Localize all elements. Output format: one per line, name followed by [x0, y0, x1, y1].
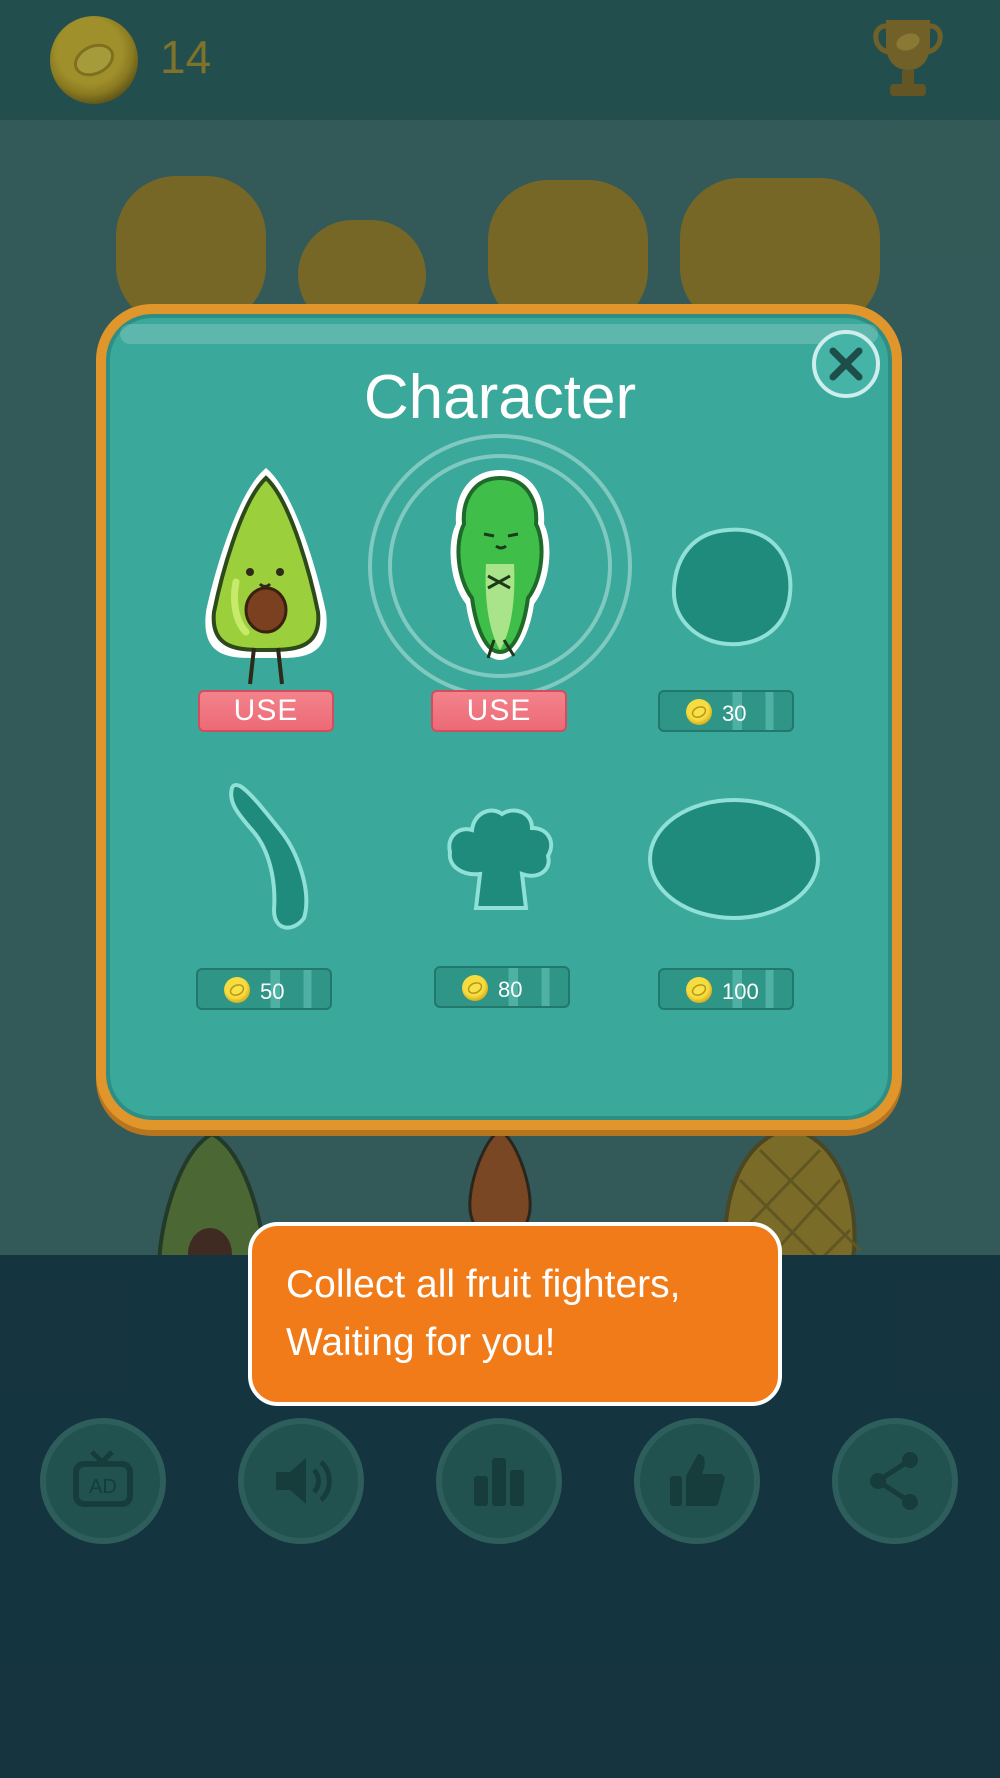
price-label: 30 — [722, 701, 747, 726]
use-button-avocado[interactable]: USE — [198, 690, 334, 732]
locked-character-silhouette[interactable] — [440, 800, 560, 912]
lemon-coin-icon — [462, 975, 488, 1001]
close-button[interactable] — [812, 330, 880, 398]
buy-button-30[interactable]: 30 — [658, 690, 794, 732]
collect-toast: Collect all fruit fighters, Waiting for … — [248, 1222, 782, 1406]
lemon-coin-icon — [686, 977, 712, 1003]
character-avocado[interactable] — [196, 462, 336, 692]
price-label: 80 — [498, 977, 523, 1002]
lemon-coin-icon — [686, 699, 712, 725]
use-button-lettuce[interactable]: USE — [431, 690, 567, 732]
locked-character-silhouette[interactable] — [646, 796, 822, 922]
price-label: 50 — [260, 979, 285, 1004]
locked-character-silhouette[interactable] — [668, 524, 798, 650]
buy-button-80[interactable]: 80 — [434, 966, 570, 1008]
buy-button-100[interactable]: 100 — [658, 968, 794, 1010]
locked-character-silhouette[interactable] — [222, 782, 312, 936]
toast-line-1: Collect all fruit fighters, — [286, 1263, 681, 1306]
toast-line-2: Waiting for you! — [286, 1321, 556, 1364]
price-label: 100 — [722, 979, 759, 1004]
character-lettuce[interactable] — [440, 464, 560, 666]
close-icon — [829, 347, 863, 381]
dialog-highlight — [120, 324, 878, 344]
buy-button-50[interactable]: 50 — [196, 968, 332, 1010]
lemon-coin-icon — [224, 977, 250, 1003]
dialog-title: Character — [363, 363, 637, 432]
